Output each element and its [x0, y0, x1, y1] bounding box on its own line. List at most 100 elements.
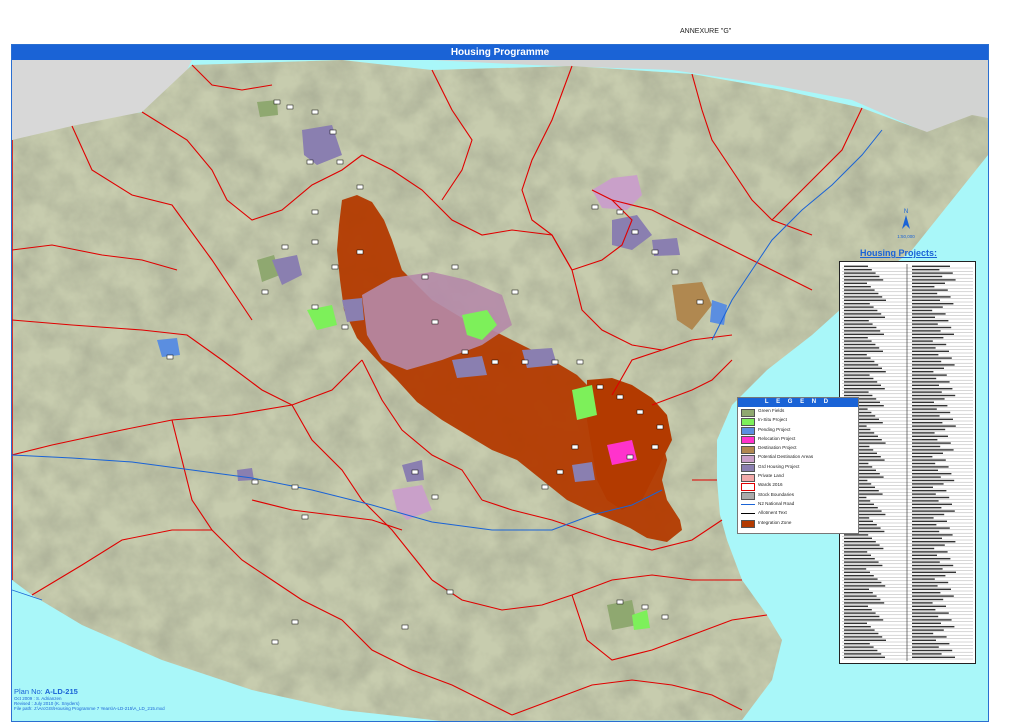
table-text-mark	[912, 490, 947, 492]
table-text-mark	[912, 551, 948, 553]
table-text-mark	[912, 452, 943, 454]
table-text-mark	[912, 350, 949, 352]
table-text-mark	[912, 415, 940, 417]
table-text-mark	[912, 483, 944, 485]
legend-item: Integration Zone	[738, 519, 858, 529]
table-text-mark	[912, 527, 950, 529]
table-text-mark	[912, 360, 942, 363]
table-text-mark	[912, 653, 942, 655]
table-text-mark	[844, 588, 869, 590]
table-text-mark	[912, 588, 951, 590]
table-text-mark	[912, 524, 937, 526]
table-text-mark	[844, 639, 886, 641]
table-text-mark	[912, 384, 939, 386]
table-text-mark	[844, 602, 885, 604]
table-text-mark	[912, 347, 936, 349]
table-text-mark	[912, 316, 935, 318]
table-text-mark	[844, 643, 870, 645]
table-text-mark	[844, 377, 874, 380]
table-text-mark	[844, 388, 885, 390]
legend-swatch	[741, 482, 755, 491]
table-text-mark	[844, 598, 881, 601]
table-text-mark	[844, 313, 882, 315]
table-text-mark	[912, 571, 956, 573]
table-text-mark	[844, 605, 868, 607]
table-text-mark	[912, 575, 946, 577]
table-text-mark	[844, 357, 871, 359]
legend-swatch	[741, 492, 755, 501]
table-text-mark	[912, 639, 936, 641]
table-text-mark	[912, 656, 955, 658]
legend-swatch	[741, 417, 755, 426]
north-arrow-icon: N	[902, 209, 910, 229]
table-text-mark	[912, 595, 954, 597]
table-text-mark	[844, 343, 876, 346]
legend-label: Integration Zone	[758, 519, 792, 525]
table-text-mark	[912, 534, 953, 536]
table-text-mark	[844, 541, 876, 543]
table-text-mark	[844, 653, 882, 655]
table-text-mark	[844, 636, 883, 638]
legend-label: Wards 2016	[758, 482, 783, 488]
table-text-mark	[844, 326, 877, 329]
table-text-mark	[912, 445, 941, 448]
table-text-mark	[912, 520, 947, 522]
table-text-mark	[844, 275, 880, 278]
table-text-mark	[844, 289, 875, 291]
table-text-mark	[912, 605, 946, 607]
table-text-mark	[912, 398, 945, 400]
table-text-mark	[844, 296, 883, 298]
table-text-mark	[844, 551, 868, 553]
table-text-mark	[912, 612, 949, 614]
table-text-mark	[912, 391, 942, 393]
table-text-mark	[844, 595, 877, 597]
table-text-mark	[912, 296, 951, 298]
legend-swatch	[741, 503, 755, 505]
table-text-mark	[844, 568, 867, 570]
legend-item: In-Situ Project	[738, 416, 858, 426]
table-text-mark	[912, 479, 955, 482]
table-text-mark	[912, 564, 954, 567]
legend-label: Green Fields	[758, 408, 785, 413]
legend-item: N2 National Road	[738, 500, 858, 509]
table-text-mark	[912, 337, 944, 339]
table-text-mark	[912, 646, 939, 648]
plan-file-path: File path: J:\ArcGIS\Housing Programme 7…	[14, 706, 165, 711]
table-text-mark	[844, 347, 880, 349]
table-text-mark	[912, 619, 952, 621]
legend-item: Green Fields	[738, 407, 858, 417]
legend-item: Allotment Text	[738, 509, 858, 518]
table-text-mark	[912, 282, 945, 284]
table-text-mark	[844, 632, 879, 635]
table-text-mark	[912, 374, 947, 376]
table-text-mark	[844, 279, 884, 281]
legend-swatch	[741, 408, 755, 417]
annexure-label: ANNEXURE "G"	[680, 28, 732, 35]
legend-item: Private Land	[738, 472, 858, 482]
table-text-mark	[912, 435, 948, 437]
legend-item: Stock Boundaries	[738, 491, 858, 501]
table-text-mark	[912, 578, 935, 580]
table-text-mark	[844, 612, 876, 614]
svg-text:N: N	[904, 209, 908, 215]
table-text-mark	[912, 459, 946, 461]
legend-label: Potential Destination Areas	[758, 454, 814, 460]
legend-item: Pending Project	[738, 426, 858, 436]
table-text-mark	[912, 513, 945, 516]
table-text-mark	[844, 629, 875, 631]
table-text-mark	[912, 496, 950, 499]
legend-label: Pending Project	[758, 426, 791, 432]
table-text-mark	[844, 585, 886, 587]
legend-swatch	[741, 454, 755, 463]
table-text-mark	[912, 547, 935, 550]
table-text-mark	[912, 340, 933, 342]
table-text-mark	[912, 541, 956, 543]
table-text-mark	[912, 598, 944, 601]
table-text-mark	[912, 636, 947, 638]
table-text-mark	[844, 554, 871, 556]
table-text-mark	[844, 578, 878, 580]
table-text-mark	[844, 571, 870, 573]
table-text-mark	[844, 367, 882, 369]
table-text-mark	[912, 313, 946, 315]
table-text-mark	[844, 360, 875, 363]
